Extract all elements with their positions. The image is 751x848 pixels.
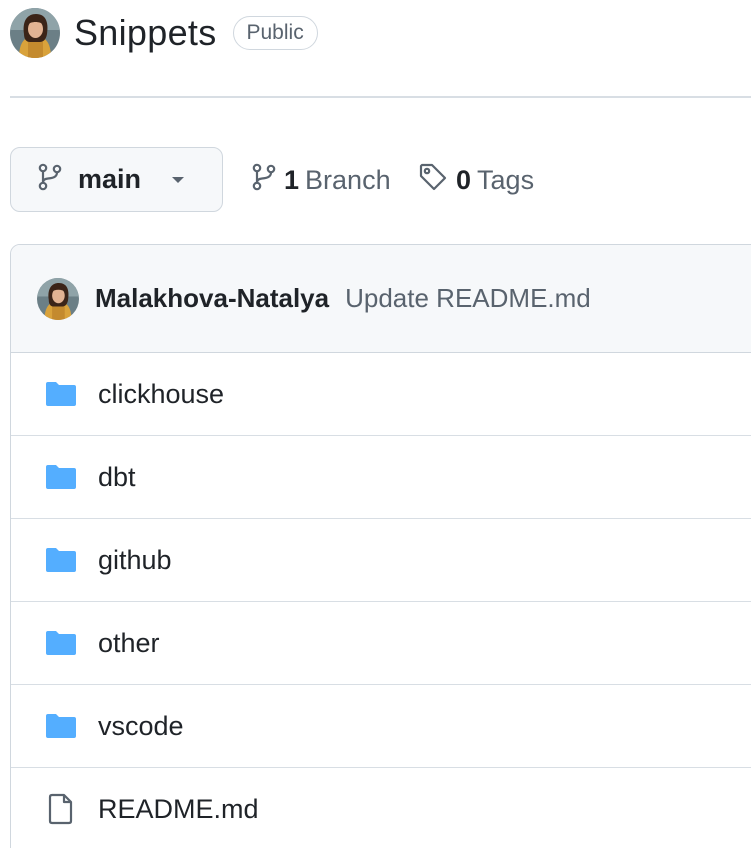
git-branch-icon xyxy=(38,163,62,196)
file-row-readme[interactable]: README.md xyxy=(11,768,751,848)
folder-icon xyxy=(44,709,78,743)
folder-icon xyxy=(44,377,78,411)
folder-icon xyxy=(44,460,78,494)
file-browser: Malakhova-Natalya Update README.md click… xyxy=(10,244,751,848)
git-branch-icon xyxy=(252,163,276,198)
header-divider xyxy=(10,96,751,98)
commit-author[interactable]: Malakhova-Natalya xyxy=(95,283,329,314)
file-row-vscode[interactable]: vscode xyxy=(11,685,751,768)
tags-link[interactable]: 0 Tags xyxy=(418,160,534,200)
file-name[interactable]: other xyxy=(98,628,160,659)
owner-avatar[interactable] xyxy=(10,8,60,58)
current-branch-label: main xyxy=(78,164,142,194)
visibility-badge: Public xyxy=(232,16,318,50)
latest-commit-row: Malakhova-Natalya Update README.md xyxy=(11,245,751,353)
repo-title[interactable]: Snippets xyxy=(74,12,217,54)
commit-message[interactable]: Update README.md xyxy=(345,283,591,314)
folder-icon xyxy=(44,626,78,660)
repo-header: Snippets Public xyxy=(10,8,318,58)
branch-select-button[interactable]: main xyxy=(10,147,223,212)
branch-count-label: Branch xyxy=(305,164,391,195)
file-name[interactable]: vscode xyxy=(98,711,184,742)
folder-icon xyxy=(44,543,78,577)
file-row-dbt[interactable]: dbt xyxy=(11,436,751,519)
file-name[interactable]: github xyxy=(98,545,172,576)
file-icon xyxy=(44,792,78,826)
repository-page: Snippets Public main 1 Branch 0 Tags Mal… xyxy=(0,0,751,848)
file-name[interactable]: README.md xyxy=(98,794,259,825)
tag-count-label: Tags xyxy=(477,164,535,195)
file-row-github[interactable]: github xyxy=(11,519,751,602)
chevron-down-icon xyxy=(171,171,185,189)
commit-author-avatar[interactable] xyxy=(37,278,79,320)
file-row-clickhouse[interactable]: clickhouse xyxy=(11,353,751,436)
branches-link[interactable]: 1 Branch xyxy=(252,160,391,200)
file-name[interactable]: dbt xyxy=(98,462,136,493)
tag-count: 0 xyxy=(456,164,472,195)
branch-count: 1 xyxy=(284,164,300,195)
tag-icon xyxy=(418,162,448,199)
file-row-other[interactable]: other xyxy=(11,602,751,685)
file-name[interactable]: clickhouse xyxy=(98,379,224,410)
